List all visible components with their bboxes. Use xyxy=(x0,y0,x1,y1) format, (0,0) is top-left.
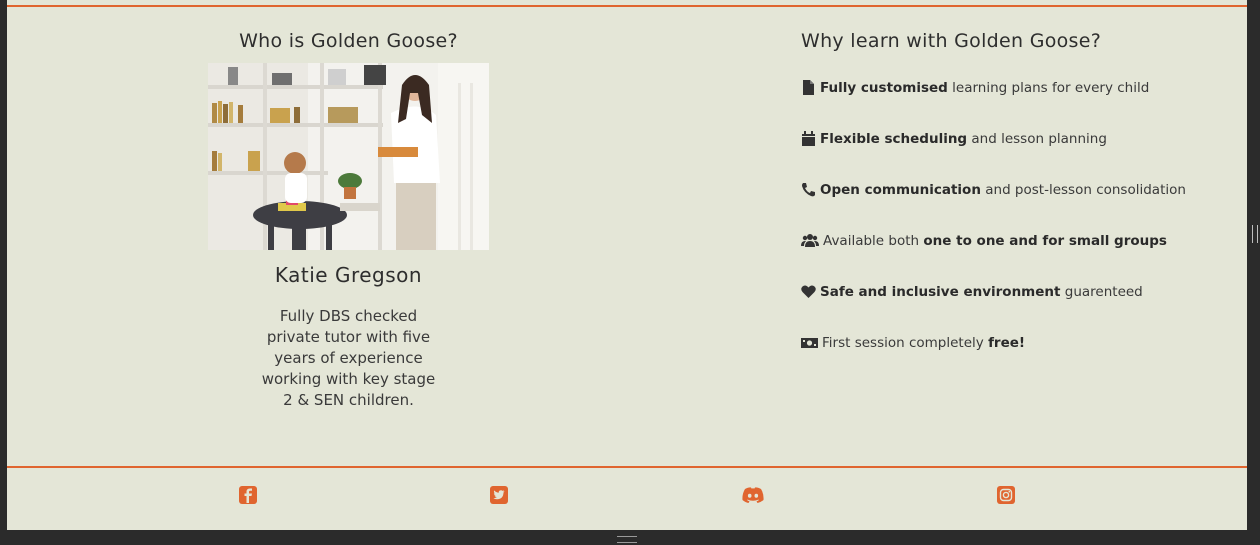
feature-text: Available both xyxy=(823,233,924,249)
resize-handle[interactable] xyxy=(1252,225,1258,243)
discord-icon[interactable] xyxy=(740,485,766,505)
feature-text: guarenteed xyxy=(1060,284,1143,300)
tutor-name: Katie Gregson xyxy=(274,263,423,287)
feature-item: First session completely free! xyxy=(801,334,1231,385)
feature-text: and post-lesson consolidation xyxy=(980,182,1186,198)
who-heading: Who is Golden Goose? xyxy=(239,30,458,52)
feature-text: and lesson planning xyxy=(967,131,1107,147)
why-heading: Why learn with Golden Goose? xyxy=(801,30,1102,52)
feature-text: First session completely xyxy=(822,335,989,351)
phone-icon xyxy=(801,182,816,197)
feature-item: Safe and inclusive environment guarentee… xyxy=(801,283,1231,334)
instagram-icon[interactable] xyxy=(996,485,1016,505)
feature-item: Flexible scheduling and lesson planning xyxy=(801,130,1231,181)
top-divider xyxy=(7,5,1247,7)
feature-text: learning plans for every child xyxy=(947,80,1150,96)
who-section: Who is Golden Goose? Katie Gregson Fully… xyxy=(207,30,490,411)
feature-item: Available both one to one and for small … xyxy=(801,232,1231,283)
bottom-resize-handle[interactable] xyxy=(617,536,637,543)
twitter-icon[interactable] xyxy=(489,485,509,505)
page-frame: Who is Golden Goose? Katie Gregson Fully… xyxy=(7,0,1247,530)
heart-icon xyxy=(801,284,816,299)
feature-item: Fully customised learning plans for ever… xyxy=(801,79,1231,130)
feature-bold: Fully customised xyxy=(820,80,948,96)
tutor-photo xyxy=(208,63,489,250)
feature-bold: Safe and inclusive environment xyxy=(820,284,1061,300)
feature-bold: Flexible scheduling xyxy=(820,131,968,147)
money-icon xyxy=(801,335,818,350)
why-section: Why learn with Golden Goose? Fully custo… xyxy=(801,30,1231,385)
file-icon xyxy=(801,80,816,95)
feature-bold: one to one and for small groups xyxy=(923,233,1167,249)
users-icon xyxy=(801,233,819,248)
tutor-bio: Fully DBS checked private tutor with fiv… xyxy=(261,307,436,409)
footer-divider xyxy=(7,466,1247,468)
feature-bold: Open communication xyxy=(820,182,981,198)
feature-item: Open communication and post-lesson conso… xyxy=(801,181,1231,232)
features-list: Fully customised learning plans for ever… xyxy=(801,79,1231,385)
facebook-icon[interactable] xyxy=(238,485,258,505)
calendar-icon xyxy=(801,131,816,146)
feature-bold: free! xyxy=(988,335,1026,351)
